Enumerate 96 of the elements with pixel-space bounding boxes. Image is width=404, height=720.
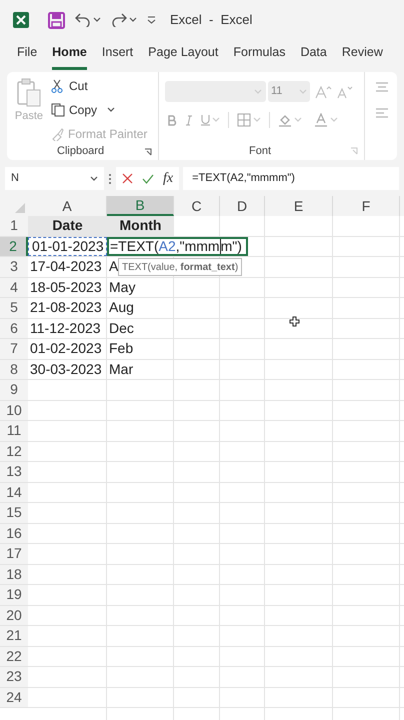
chevron-icon — [93, 17, 101, 23]
table-cell-text: Feb — [108, 339, 134, 358]
column-header[interactable]: F — [333, 196, 400, 216]
window-title: Excel - Excel — [170, 11, 252, 30]
row-header[interactable]: 15 — [0, 503, 28, 522]
checkmark-icon[interactable] — [142, 174, 154, 184]
chevron-icon — [294, 117, 302, 123]
row-header[interactable]: 16 — [0, 524, 28, 543]
row-header[interactable]: 11 — [0, 421, 28, 440]
copy-button[interactable]: Copy — [51, 101, 148, 119]
grow-font-icon[interactable] — [315, 84, 333, 98]
column-header[interactable]: C — [174, 196, 220, 216]
row-header[interactable]: 10 — [0, 400, 28, 420]
function-tooltip: TEXT(value, format_text) — [118, 258, 242, 276]
table-cell-text: Dec — [108, 318, 134, 338]
align-top-icon[interactable] — [375, 82, 389, 92]
undo-icon[interactable] — [75, 13, 91, 27]
table-cell-text: A — [108, 257, 118, 276]
cancel-icon[interactable] — [122, 173, 133, 184]
chevron-icon — [330, 117, 338, 123]
table-cell-text: Mar — [108, 360, 134, 379]
insert-function-button[interactable]: fx — [163, 168, 174, 189]
row-header[interactable]: 1 — [0, 216, 28, 236]
chevron-icon — [299, 88, 307, 94]
chevron-icon — [107, 107, 116, 113]
row-header[interactable]: 20 — [0, 606, 28, 625]
row-header[interactable]: 18 — [0, 564, 28, 584]
name-box[interactable]: N — [5, 167, 104, 190]
more-options-icon[interactable] — [108, 172, 112, 184]
fill-bucket-icon[interactable] — [278, 113, 292, 127]
font-color-icon[interactable] — [314, 113, 328, 127]
bold-icon[interactable] — [168, 114, 177, 126]
row-header[interactable]: 7 — [0, 339, 28, 358]
table-cell-text: 21-08-2023 — [29, 298, 102, 318]
row-header[interactable]: 24 — [0, 688, 28, 707]
row-header[interactable]: 6 — [0, 318, 28, 338]
underline-icon[interactable] — [201, 114, 210, 126]
chevron-icon — [90, 176, 98, 182]
column-header[interactable]: D — [220, 196, 265, 216]
table-cell-text: 11-12-2023 — [29, 318, 101, 338]
row-header[interactable]: 3 — [0, 257, 28, 276]
row-header[interactable]: 8 — [0, 360, 28, 379]
column-header[interactable]: E — [265, 196, 333, 216]
ribbon-tab[interactable]: Review — [342, 43, 383, 70]
select-all-icon[interactable] — [15, 203, 25, 213]
row-header[interactable]: 9 — [0, 380, 28, 400]
save-icon[interactable] — [48, 12, 65, 28]
ribbon-tab[interactable]: Page Layout — [148, 43, 218, 70]
chevron-icon — [129, 17, 137, 23]
font-name-field[interactable] — [165, 81, 266, 102]
cursor-icon — [289, 316, 300, 327]
clipboard-icon — [16, 78, 42, 108]
group-label: Clipboard — [57, 144, 104, 160]
row-header[interactable]: 21 — [0, 626, 28, 646]
row-header[interactable]: 17 — [0, 544, 28, 564]
row-header[interactable]: 12 — [0, 442, 28, 461]
table-cell-text: May — [108, 278, 136, 297]
copy-icon — [51, 103, 65, 117]
table-cell-text: 01-02-2023 — [29, 339, 102, 358]
redo-icon[interactable] — [111, 13, 127, 27]
cut-button[interactable]: Cut — [51, 77, 148, 95]
ribbon-tab[interactable]: Insert — [102, 43, 134, 70]
ribbon-tab[interactable]: Formulas — [233, 43, 286, 70]
chevron-icon — [212, 117, 220, 123]
spreadsheet-logo-icon — [13, 12, 29, 28]
table-cell-text: 17-04-2023 — [29, 257, 102, 276]
ribbon-tab[interactable]: Data — [300, 43, 327, 70]
row-header[interactable]: 2 — [0, 236, 28, 256]
row-header[interactable]: 13 — [0, 462, 28, 482]
scissors-icon — [51, 79, 63, 93]
row-header[interactable]: 14 — [0, 482, 28, 502]
row-header[interactable]: 22 — [0, 646, 28, 666]
ribbon-tab[interactable]: File — [17, 43, 38, 70]
text-cursor — [220, 238, 221, 254]
align-left-icon[interactable] — [375, 108, 389, 118]
chevron-icon — [254, 88, 262, 94]
row-header[interactable]: 5 — [0, 298, 28, 318]
borders-icon[interactable] — [237, 113, 251, 127]
row-header[interactable]: 23 — [0, 667, 28, 686]
italic-icon[interactable] — [185, 114, 193, 126]
table-cell-text: Aug — [108, 298, 134, 318]
group-label: Font — [249, 144, 272, 159]
cell-editor[interactable]: =TEXT(A2,"mmmm") — [107, 236, 248, 256]
chevron-icon — [253, 117, 261, 123]
table-cell-text: 30-03-2023 — [29, 360, 102, 379]
shrink-font-icon[interactable] — [337, 84, 353, 98]
table-cell: Month — [107, 216, 174, 236]
formula-field[interactable]: =TEXT(A2,"mmmm") — [183, 167, 399, 190]
row-header[interactable]: 4 — [0, 278, 28, 297]
table-cell: Date — [28, 216, 107, 236]
row-header[interactable]: 19 — [0, 585, 28, 604]
dialog-launcher-icon[interactable] — [144, 148, 152, 156]
column-header[interactable]: B — [107, 196, 174, 216]
customize-toolbar-icon[interactable] — [147, 16, 156, 24]
table-cell-text: 18-05-2023 — [29, 278, 102, 297]
brush-icon — [51, 128, 64, 140]
